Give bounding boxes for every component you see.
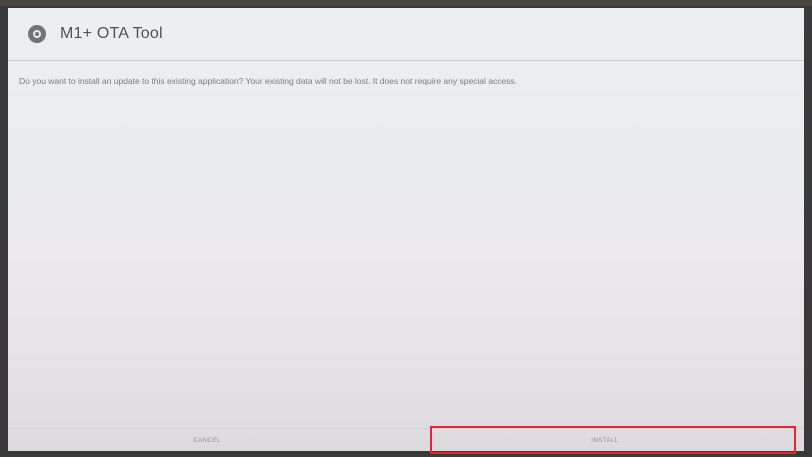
install-highlight-box [430, 426, 796, 454]
app-circle-icon [28, 25, 46, 43]
title-bar: M1+ OTA Tool [8, 8, 804, 61]
app-icon-inner [33, 30, 41, 38]
installer-screen: M1+ OTA Tool Do you want to install an u… [8, 8, 804, 451]
install-message: Do you want to install an update to this… [19, 76, 517, 86]
cancel-button[interactable]: CANCEL [8, 429, 406, 451]
app-title: M1+ OTA Tool [60, 25, 163, 42]
